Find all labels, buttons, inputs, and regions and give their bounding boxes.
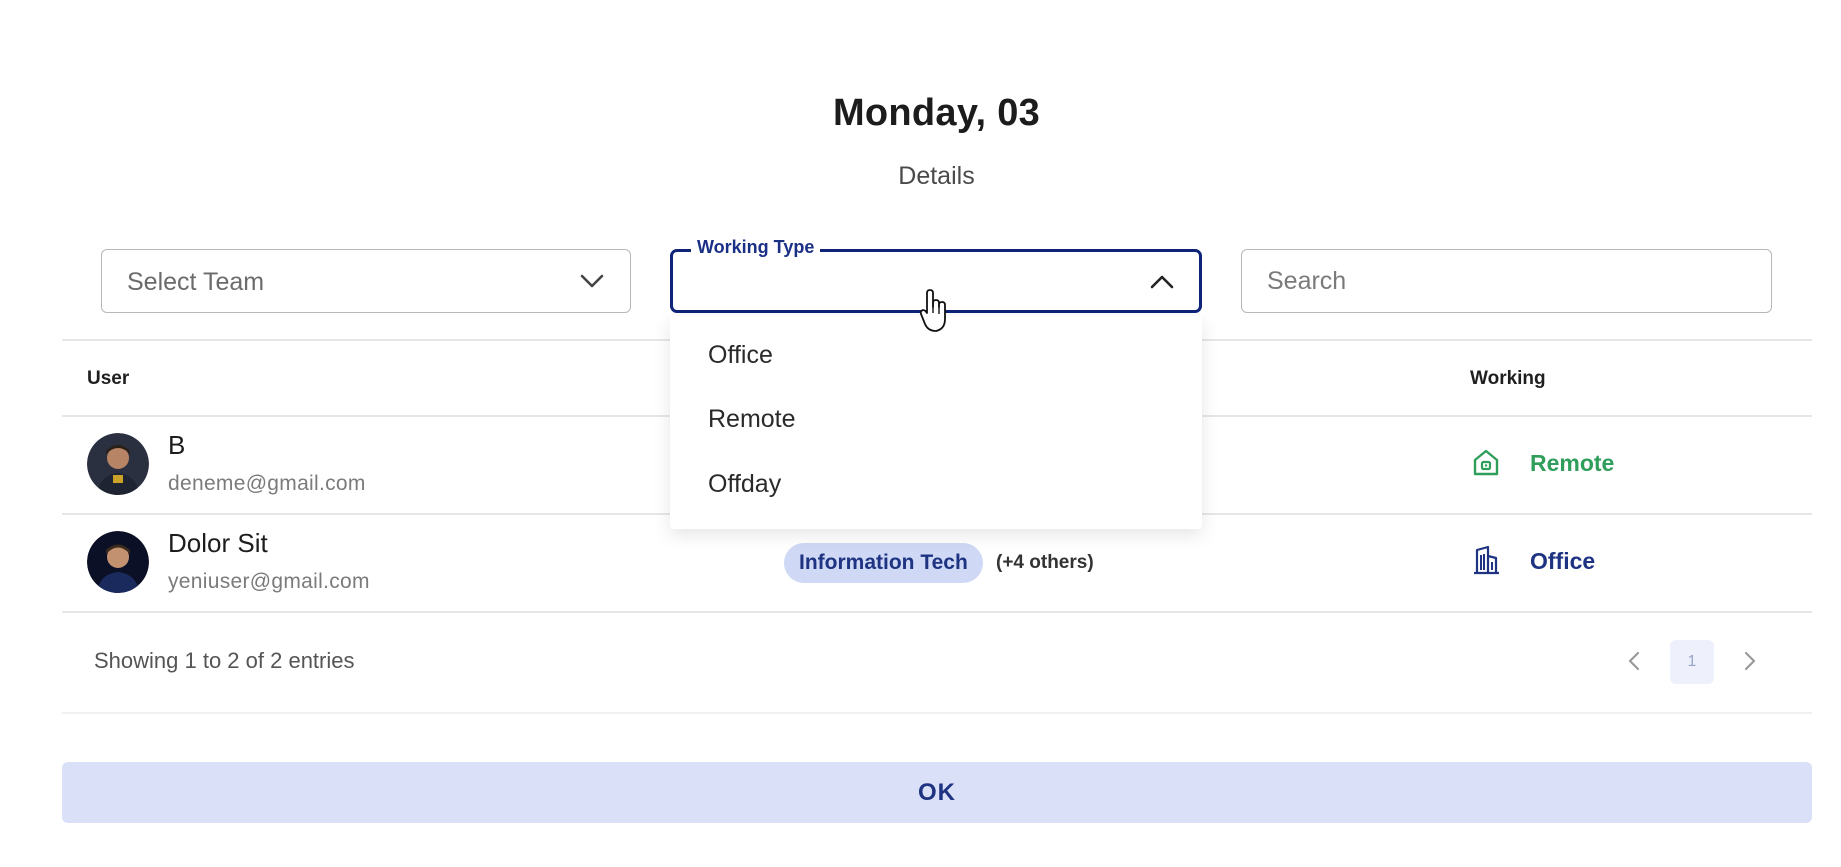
divider — [62, 712, 1812, 714]
chevron-right-icon — [1744, 651, 1756, 671]
dialog-subtitle: Details — [898, 162, 975, 190]
user-email: deneme@gmail.com — [168, 472, 366, 495]
ok-button[interactable]: OK — [62, 762, 1812, 823]
chevron-left-icon — [1628, 651, 1640, 671]
department-chip[interactable]: Information Tech — [784, 543, 983, 583]
dropdown-option-remote[interactable]: Remote — [708, 405, 796, 434]
department-more: (+4 others) — [996, 552, 1094, 573]
user-name: B — [168, 430, 186, 460]
entries-summary: Showing 1 to 2 of 2 entries — [94, 648, 355, 673]
page-number-button[interactable]: 1 — [1670, 640, 1714, 684]
previous-page-button[interactable] — [1617, 644, 1651, 678]
avatar — [87, 433, 149, 495]
user-name: Dolor Sit — [168, 528, 268, 558]
team-select[interactable]: Select Team — [101, 249, 631, 313]
chevron-down-icon — [580, 274, 604, 288]
dropdown-option-offday[interactable]: Offday — [708, 470, 781, 499]
divider — [62, 611, 1812, 613]
working-status: Remote — [1530, 450, 1615, 476]
working-status: Office — [1530, 548, 1596, 574]
day-details-dialog: Monday, 03 Details Select Team Working T… — [0, 0, 1841, 867]
dropdown-option-office[interactable]: Office — [708, 341, 773, 370]
next-page-button[interactable] — [1733, 644, 1767, 678]
dialog-title: Monday, 03 — [832, 92, 1041, 134]
search-input[interactable] — [1242, 250, 1771, 312]
avatar — [87, 531, 149, 593]
column-header-working: Working — [1470, 368, 1546, 389]
search-field[interactable] — [1241, 249, 1772, 313]
team-select-placeholder: Select Team — [127, 268, 265, 296]
chevron-up-icon — [1150, 275, 1174, 289]
column-header-user: User — [87, 368, 130, 389]
home-icon — [1473, 449, 1499, 476]
working-type-dropdown-menu: Office Remote Offday — [670, 316, 1202, 529]
working-type-label: Working Type — [691, 237, 821, 258]
user-email: yeniuser@gmail.com — [168, 570, 370, 593]
hand-cursor-icon — [919, 289, 946, 332]
building-icon — [1474, 545, 1499, 575]
